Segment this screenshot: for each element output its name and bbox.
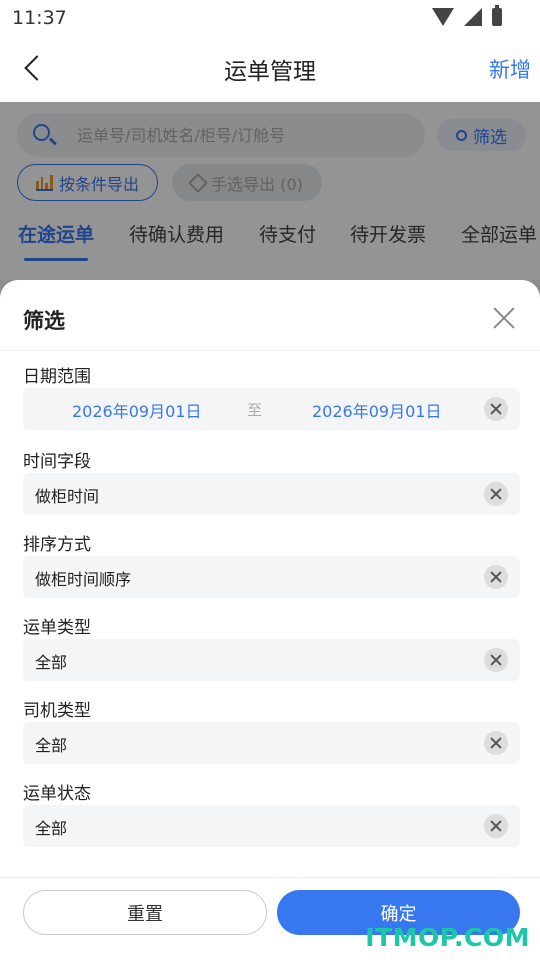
waybill-type-value: 全部: [35, 653, 68, 672]
waybill-type-select[interactable]: 全部: [23, 639, 520, 681]
divider: [0, 350, 540, 351]
clear-icon[interactable]: [484, 565, 508, 589]
close-icon[interactable]: [492, 306, 516, 330]
date-range-label: 日期范围: [23, 367, 91, 387]
date-range-field: 2026年09月01日 至 2026年09月01日: [23, 388, 520, 430]
time-field-label: 时间字段: [23, 452, 91, 472]
divider: [0, 877, 540, 878]
watermark: ITMOP.COM: [365, 923, 530, 952]
sort-order-value: 做柜时间顺序: [35, 570, 132, 589]
header: 运单管理 新增: [0, 36, 540, 102]
waybill-status-select[interactable]: 全部: [23, 805, 520, 847]
waybill-type-label: 运单类型: [23, 618, 91, 638]
sort-order-label: 排序方式: [23, 535, 91, 555]
status-bar: 11:37: [0, 0, 540, 36]
date-end[interactable]: 2026年09月01日: [312, 398, 441, 422]
clear-icon[interactable]: [484, 731, 508, 755]
add-button[interactable]: 新增: [489, 54, 531, 84]
sort-order-select[interactable]: 做柜时间顺序: [23, 556, 520, 598]
time-field-value: 做柜时间: [35, 487, 100, 506]
clear-icon[interactable]: [484, 397, 508, 421]
signal-icon: [464, 8, 482, 26]
waybill-status-value: 全部: [35, 819, 68, 838]
battery-icon: [492, 5, 502, 26]
driver-type-select[interactable]: 全部: [23, 722, 520, 764]
waybill-status-label: 运单状态: [23, 784, 91, 804]
clear-icon[interactable]: [484, 814, 508, 838]
time-field-select[interactable]: 做柜时间: [23, 473, 520, 515]
date-separator: 至: [247, 401, 263, 419]
driver-type-value: 全部: [35, 736, 68, 755]
sheet-title: 筛选: [23, 309, 65, 333]
clear-icon[interactable]: [484, 648, 508, 672]
wifi-icon: [432, 8, 454, 26]
page-title: 运单管理: [224, 59, 316, 85]
status-icons: [432, 5, 502, 26]
driver-type-label: 司机类型: [23, 701, 91, 721]
filter-sheet: 筛选 日期范围 2026年09月01日 至 2026年09月01日 时间字段 做…: [0, 280, 540, 960]
clear-icon[interactable]: [484, 482, 508, 506]
status-time: 11:37: [12, 7, 67, 29]
date-start[interactable]: 2026年09月01日: [72, 398, 201, 422]
reset-button[interactable]: 重置: [23, 890, 267, 935]
